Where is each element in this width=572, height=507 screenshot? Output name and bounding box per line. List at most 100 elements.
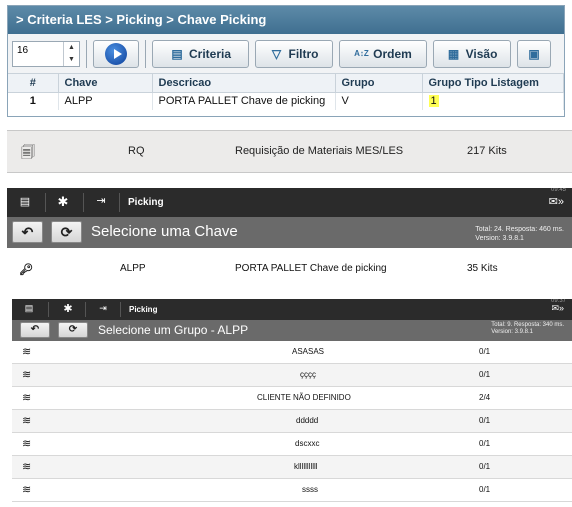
app-title: Picking	[128, 197, 164, 208]
list-item[interactable]: ≋ dscxxc 0/1	[12, 433, 572, 456]
status-info-line: Total: 24. Resposta: 460 ms.	[475, 226, 564, 233]
group-name: çççç	[300, 370, 316, 379]
run-button[interactable]	[93, 39, 139, 68]
row-grupo: V	[335, 92, 423, 110]
column-header[interactable]: Grupo	[335, 74, 423, 93]
menu-icon[interactable]: ▤	[22, 303, 36, 314]
list-item[interactable]: 🔑︎ ALPP PORTA PALLET Chave de picking 35…	[7, 255, 572, 285]
criteria-icon: ▤	[171, 46, 183, 61]
topbar-divider	[85, 302, 86, 317]
group-count: 2/4	[479, 393, 491, 402]
group-name: ssss	[302, 485, 318, 494]
list-item[interactable]: ≋ ddddd 0/1	[12, 410, 572, 433]
topbar-divider	[48, 302, 49, 317]
sign-in-icon[interactable]: ⇥	[96, 303, 110, 314]
refresh-icon: ⟳	[60, 224, 73, 240]
filtro-button[interactable]: ▽ Filtro	[255, 39, 333, 68]
refresh-icon: ⟳	[68, 324, 78, 335]
row-descricao: PORTA PALLET Chave de picking	[152, 92, 336, 110]
stepper-value[interactable]: 16	[13, 42, 63, 66]
list-item[interactable]: ≋ CLIENTE NÃO DEFINIDO 2/4	[12, 387, 572, 410]
play-icon	[105, 42, 127, 65]
chave-table: # Chave Descricao Grupo Grupo Tipo Lista…	[8, 74, 564, 110]
gear-icon[interactable]: ✱	[55, 194, 71, 210]
refresh-button[interactable]: ⟳	[51, 221, 82, 243]
title-bar: ↶ ⟳ Selecione uma Chave Total: 24. Respo…	[7, 217, 572, 248]
row-grupo-tipo: 1	[422, 92, 564, 110]
group-count: 0/1	[479, 416, 491, 425]
app-topbar: 09:37 ▤ ✱ ⇥ Picking ✉»	[12, 299, 572, 320]
list-item[interactable]: ≋ çççç 0/1	[12, 364, 572, 387]
mail-icon[interactable]: ✉»	[551, 303, 564, 314]
toolbar-divider	[86, 39, 87, 68]
title-bar: ↶ ⟳ Selecione um Grupo - ALPP Total: 9. …	[12, 320, 572, 341]
table-row[interactable]: 1 ALPP PORTA PALLET Chave de picking V 1	[8, 92, 564, 110]
stack-icon: ≋	[22, 484, 32, 496]
visao-button[interactable]: ▦ Visão	[433, 39, 511, 68]
item-count: 35 Kits	[467, 263, 498, 274]
list-item-rq[interactable]: 🗐 RQ Requisição de Materiais MES/LES 217…	[7, 130, 572, 173]
status-info: Total: 9. Resposta: 340 ms. Version: 3.9…	[491, 322, 564, 336]
group-count: 0/1	[479, 462, 491, 471]
stack-icon: ≋	[22, 415, 32, 427]
stack-icon: ≋	[22, 438, 32, 450]
grupo-tipo-value: 1	[428, 95, 439, 108]
app-title: Picking	[129, 305, 158, 314]
list-item[interactable]: ≋ ssss 0/1	[12, 479, 572, 502]
item-description: PORTA PALLET Chave de picking	[235, 263, 387, 274]
status-clock: 09:45	[550, 188, 566, 193]
selecione-chave-screen: 09:45 ▤ ✱ ⇥ Picking ✉» ↶ ⟳ Selecione uma…	[7, 188, 572, 291]
quantity-stepper[interactable]: 16 ▲ ▼	[12, 40, 80, 67]
funnel-icon: ▽	[271, 46, 282, 61]
status-info: Total: 24. Resposta: 460 ms. Version: 3.…	[475, 225, 564, 243]
document-icon: 🗐	[21, 144, 35, 160]
column-header[interactable]: Grupo Tipo Listagem	[422, 74, 564, 93]
ordem-label: Ordem	[373, 46, 412, 61]
table-header-row: # Chave Descricao Grupo Grupo Tipo Lista…	[8, 74, 564, 93]
stack-icon: ≋	[22, 346, 32, 358]
breadcrumb: > Criteria LES > Picking > Chave Picking	[8, 6, 564, 34]
back-button[interactable]: ↶	[20, 322, 50, 338]
ordem-button[interactable]: A↕Z Ordem	[339, 39, 427, 68]
list-item[interactable]: ≋ ASASAS 0/1	[12, 341, 572, 364]
extra-button[interactable]: ▣	[517, 39, 551, 68]
filtro-label: Filtro	[288, 46, 319, 61]
back-arrow-icon: ↶	[30, 324, 40, 335]
topbar-divider	[45, 193, 46, 212]
status-info-line: Total: 9. Resposta: 340 ms.	[491, 322, 564, 328]
topbar-divider	[83, 193, 84, 212]
column-header[interactable]: Descricao	[152, 74, 336, 93]
stack-icon: ≋	[22, 392, 32, 404]
item-code: ALPP	[120, 263, 146, 274]
group-count: 0/1	[479, 439, 491, 448]
menu-icon[interactable]: ▤	[17, 195, 33, 208]
sign-in-icon[interactable]: ⇥	[93, 194, 109, 207]
refresh-button[interactable]: ⟳	[58, 322, 88, 338]
item-description: Requisição de Materiais MES/LES	[235, 145, 404, 157]
criteria-les-window: > Criteria LES > Picking > Chave Picking…	[7, 5, 565, 117]
list-item[interactable]: ≋ klllllllllll 0/1	[12, 456, 572, 479]
visao-label: Visão	[465, 46, 498, 61]
group-count: 0/1	[479, 485, 491, 494]
back-button[interactable]: ↶	[12, 221, 43, 243]
criteria-label: Criteria	[188, 46, 232, 61]
group-count: 0/1	[479, 347, 491, 356]
version-line: Version: 3.9.8.1	[491, 329, 533, 335]
page-title: Selecione um Grupo - ALPP	[98, 323, 249, 337]
column-header[interactable]: Chave	[58, 74, 153, 93]
back-arrow-icon: ↶	[21, 224, 34, 240]
column-header[interactable]: #	[8, 74, 59, 93]
item-count: 217 Kits	[467, 145, 507, 157]
gear-icon[interactable]: ✱	[61, 302, 75, 315]
group-name: ASASAS	[292, 347, 325, 356]
group-name: klllllllllll	[294, 462, 318, 471]
stepper-up-icon[interactable]: ▲	[64, 42, 79, 54]
group-name: CLIENTE NÃO DEFINIDO	[257, 393, 351, 402]
stack-icon: ≋	[22, 461, 32, 473]
topbar-divider	[120, 302, 121, 317]
row-chave: ALPP	[58, 92, 153, 110]
stepper-down-icon[interactable]: ▼	[64, 54, 79, 66]
sort-az-icon: A↕Z	[354, 48, 369, 58]
criteria-button[interactable]: ▤ Criteria	[152, 39, 249, 68]
mail-icon[interactable]: ✉»	[549, 195, 564, 208]
